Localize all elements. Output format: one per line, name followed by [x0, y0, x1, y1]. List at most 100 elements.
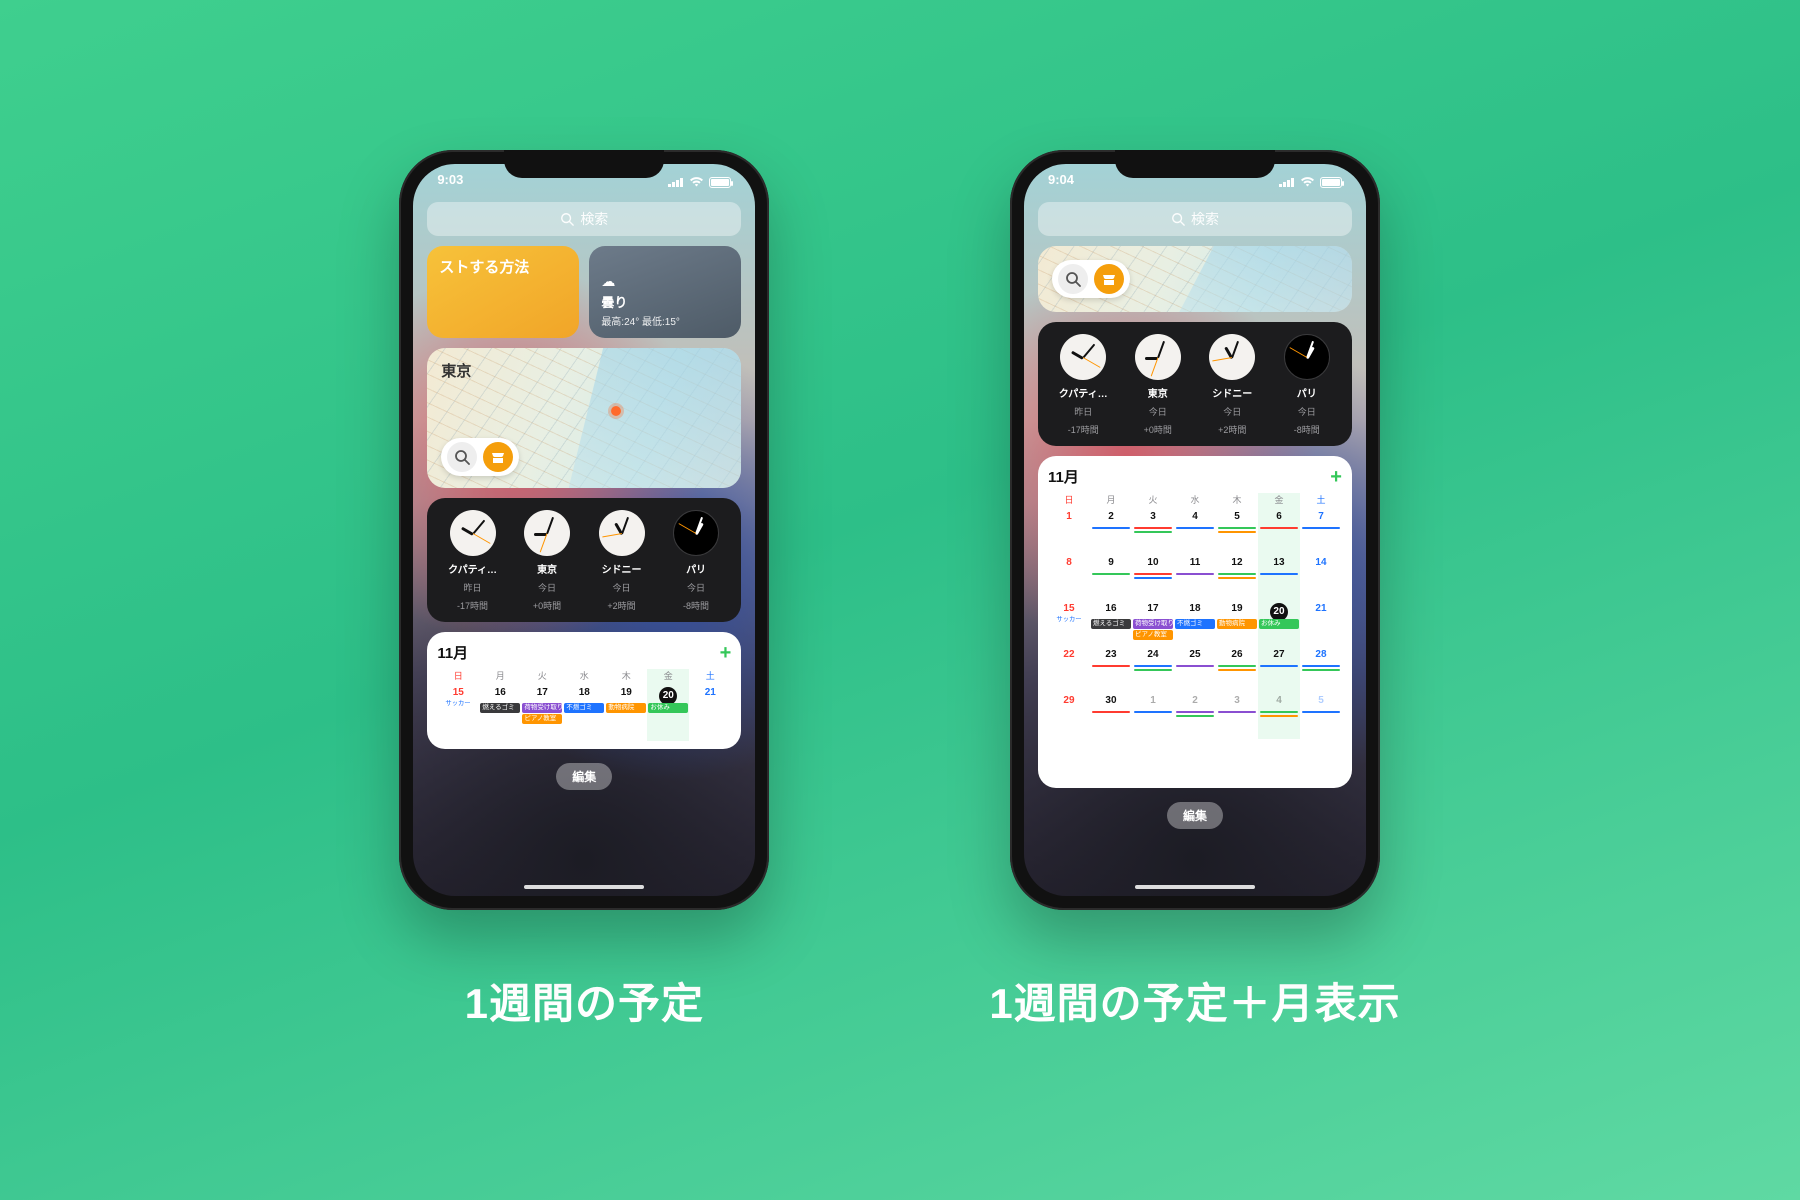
maps-widget[interactable]: [1038, 246, 1352, 312]
calendar-cell[interactable]: 29: [1048, 693, 1090, 739]
tips-widget[interactable]: ストする方法: [427, 246, 579, 338]
calendar-event-bar: [1260, 711, 1298, 713]
clock-item: シドニー今日+2時間: [584, 510, 659, 612]
calendar-cell[interactable]: 5: [1216, 509, 1258, 555]
calendar-widget-month[interactable]: 11月 + 日月火水木金土123456789101112131415サッカー16…: [1038, 456, 1352, 788]
search-placeholder: 検索: [580, 209, 608, 229]
clock-offset: +2時間: [607, 599, 635, 612]
calendar-date: 18: [563, 687, 605, 698]
home-indicator[interactable]: [1135, 885, 1255, 889]
calendar-dow: 月: [1090, 493, 1132, 509]
calendar-cell[interactable]: 23: [1090, 647, 1132, 693]
search-input[interactable]: 検索: [1038, 202, 1352, 236]
calendar-cell[interactable]: 26: [1216, 647, 1258, 693]
calendar-cell[interactable]: 18不燃ゴミ: [563, 685, 605, 741]
calendar-event-bar: [1134, 573, 1172, 575]
calendar-event-bar: [1134, 665, 1172, 667]
calendar-cell[interactable]: 2: [1090, 509, 1132, 555]
calendar-cell[interactable]: 15サッカー: [1048, 601, 1090, 647]
wifi-icon: [1300, 175, 1315, 190]
search-input[interactable]: 検索: [427, 202, 741, 236]
status-time: 9:04: [1048, 172, 1074, 192]
calendar-dow: 土: [689, 669, 731, 685]
calendar-dow: 木: [1216, 493, 1258, 509]
calendar-cell[interactable]: 1: [1048, 509, 1090, 555]
calendar-cell[interactable]: 25: [1174, 647, 1216, 693]
calendar-event-chip: ピアノ教室: [522, 714, 562, 724]
map-search-button[interactable]: [447, 442, 477, 472]
calendar-date: 2: [1174, 695, 1216, 706]
calendar-event-bar: [1218, 577, 1256, 579]
calendar-date: 5: [1300, 695, 1342, 706]
calendar-cell[interactable]: 27: [1258, 647, 1300, 693]
calendar-date: 1: [1132, 695, 1174, 706]
edit-button[interactable]: 編集: [1167, 802, 1223, 829]
home-indicator[interactable]: [524, 885, 644, 889]
calendar-cell[interactable]: 10: [1132, 555, 1174, 601]
calendar-note: サッカー: [439, 699, 477, 708]
calendar-cell[interactable]: 17荷物受け取りピアノ教室: [1132, 601, 1174, 647]
calendar-date: 18: [1174, 603, 1216, 614]
calendar-cell[interactable]: 4: [1174, 509, 1216, 555]
calendar-cell[interactable]: 16燃えるゴミ: [1090, 601, 1132, 647]
clock-offset: +0時間: [533, 599, 561, 612]
calendar-cell[interactable]: 19動物病院: [1216, 601, 1258, 647]
calendar-cell[interactable]: 17荷物受け取りピアノ教室: [521, 685, 563, 741]
map-search-button[interactable]: [1058, 264, 1088, 294]
calendar-cell[interactable]: 22: [1048, 647, 1090, 693]
calendar-event-chip: 荷物受け取り: [1133, 619, 1173, 629]
calendar-cell[interactable]: 12: [1216, 555, 1258, 601]
calendar-cell[interactable]: 2: [1174, 693, 1216, 739]
edit-button[interactable]: 編集: [556, 763, 612, 790]
calendar-cell[interactable]: 13: [1258, 555, 1300, 601]
map-food-button[interactable]: [483, 442, 513, 472]
calendar-cell[interactable]: 20お休み: [647, 685, 689, 741]
search-placeholder: 検索: [1191, 209, 1219, 229]
calendar-add-button[interactable]: +: [720, 643, 732, 663]
calendar-event-bar: [1176, 665, 1214, 667]
calendar-cell[interactable]: 6: [1258, 509, 1300, 555]
calendar-cell[interactable]: 8: [1048, 555, 1090, 601]
calendar-cell[interactable]: 3: [1216, 693, 1258, 739]
calendar-cell[interactable]: 24: [1132, 647, 1174, 693]
calendar-cell[interactable]: 20お休み: [1258, 601, 1300, 647]
calendar-cell[interactable]: 15サッカー: [437, 685, 479, 741]
clock-item: パリ今日-8時間: [659, 510, 734, 612]
calendar-cell[interactable]: 19動物病院: [605, 685, 647, 741]
calendar-dow: 火: [521, 669, 563, 685]
calendar-widget-week[interactable]: 11月 + 日月火水木金土15サッカー16燃えるゴミ17荷物受け取りピアノ教室1…: [427, 632, 741, 749]
calendar-event-bar: [1134, 527, 1172, 529]
clock-item: シドニー今日+2時間: [1195, 334, 1270, 436]
calendar-cell[interactable]: 7: [1300, 509, 1342, 555]
calendar-cell[interactable]: 3: [1132, 509, 1174, 555]
calendar-cell[interactable]: 11: [1174, 555, 1216, 601]
calendar-cell[interactable]: 1: [1132, 693, 1174, 739]
calendar-date: 5: [1216, 511, 1258, 522]
calendar-cell[interactable]: 4: [1258, 693, 1300, 739]
calendar-cell[interactable]: 5: [1300, 693, 1342, 739]
calendar-add-button[interactable]: +: [1330, 467, 1342, 487]
calendar-event-chip: お休み: [648, 703, 688, 713]
map-food-button[interactable]: [1094, 264, 1124, 294]
calendar-date: 19: [605, 687, 647, 698]
calendar-cell[interactable]: 28: [1300, 647, 1342, 693]
calendar-event-bar: [1218, 527, 1256, 529]
clock-face: [1209, 334, 1255, 380]
calendar-event-bar: [1092, 527, 1130, 529]
world-clock-widget[interactable]: クパティ…昨日-17時間東京今日+0時間シドニー今日+2時間パリ今日-8時間: [1038, 322, 1352, 446]
calendar-cell[interactable]: 18不燃ゴミ: [1174, 601, 1216, 647]
clock-day: 今日: [1149, 405, 1167, 418]
calendar-dow: 水: [563, 669, 605, 685]
store-icon: [490, 449, 506, 465]
calendar-cell[interactable]: 21: [1300, 601, 1342, 647]
calendar-cell[interactable]: 21: [689, 685, 731, 741]
maps-widget[interactable]: 東京: [427, 348, 741, 488]
calendar-cell[interactable]: 30: [1090, 693, 1132, 739]
calendar-cell[interactable]: 16燃えるゴミ: [479, 685, 521, 741]
calendar-event-bar: [1176, 715, 1214, 717]
signal-icon: [668, 177, 684, 187]
calendar-cell[interactable]: 9: [1090, 555, 1132, 601]
world-clock-widget[interactable]: クパティ…昨日-17時間東京今日+0時間シドニー今日+2時間パリ今日-8時間: [427, 498, 741, 622]
weather-widget[interactable]: ☁︎ 曇り 最高:24° 最低:15°: [589, 246, 741, 338]
calendar-cell[interactable]: 14: [1300, 555, 1342, 601]
